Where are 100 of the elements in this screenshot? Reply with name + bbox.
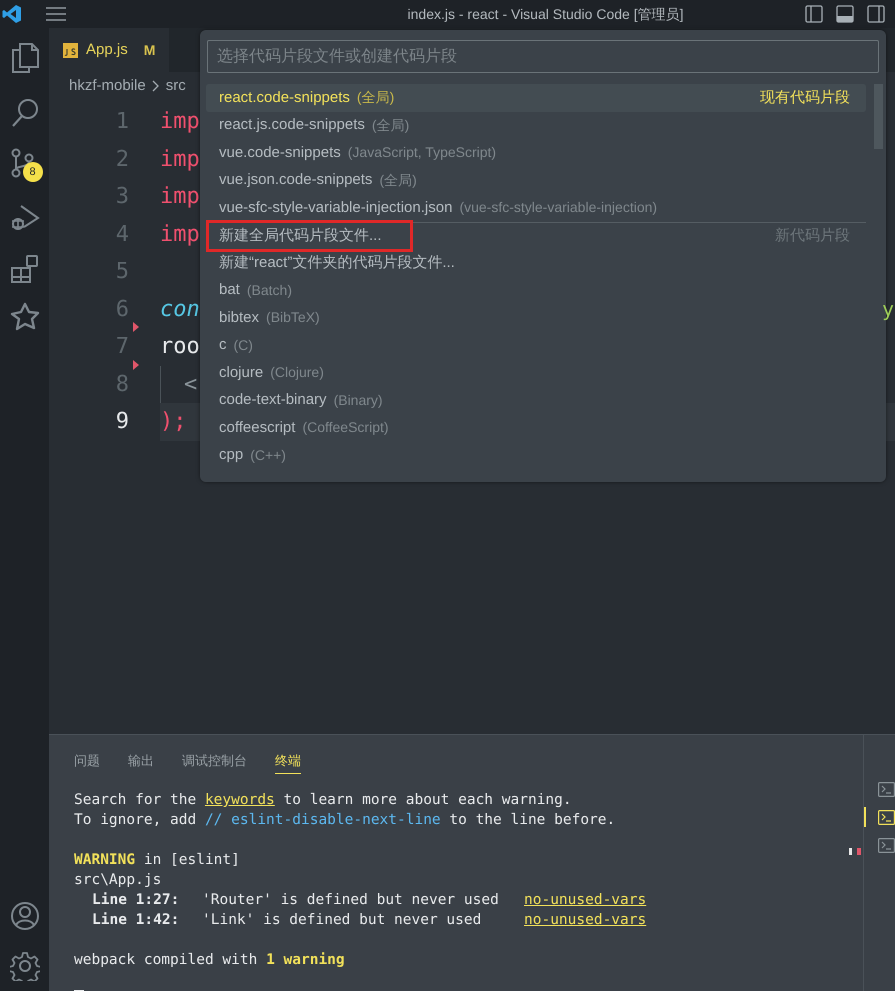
line-number: 5 [114,258,129,286]
line-number: 7 [114,333,129,362]
tab-label: App.js [86,40,128,60]
option-label: c [219,335,226,355]
terminal-line: src\App.js [74,871,162,890]
option-label: bat [219,280,240,300]
line-number: 1 [114,108,129,136]
snippet-option[interactable]: c (C) [206,332,866,359]
option-label: bibtex [219,308,260,328]
line-number: 2 [114,146,129,174]
files-icon[interactable] [10,42,38,74]
code-text: y [882,296,894,324]
code-text: imp [160,220,200,249]
snippet-option[interactable]: bat (Batch) [206,276,866,304]
option-description: (vue-sfc-style-variable-injection) [459,198,658,218]
snippet-option[interactable]: vue.json.code-snippets (全局) [206,166,866,194]
option-description: (全局) [356,88,394,108]
option-label: vue.json.code-snippets [219,170,372,190]
source-control-icon[interactable] [10,148,36,178]
code-text: imp [160,146,200,174]
code-text: con [160,296,200,324]
option-label: vue.code-snippets [219,142,341,162]
option-description: (C++) [250,446,286,465]
breadcrumb-item[interactable]: src [166,74,186,98]
option-label: react.code-snippets [219,88,350,108]
line-number: 9 [114,408,129,436]
scrollbar-marker [849,848,852,855]
line-number: 3 [114,183,129,212]
snippet-option[interactable]: react.code-snippets (全局) 现有代码片段 [206,84,866,112]
problem-message: 'Router' is defined but never used [202,891,500,910]
app-logo-icon [2,4,22,24]
terminal-line: WARNING in [eslint] [74,851,241,870]
code-text: roo [160,333,200,362]
line-position: Line 1:27: [92,891,180,910]
chevron-icon [152,80,160,92]
option-description: (C) [234,336,253,355]
option-label: 新建“react”文件夹的代码片段文件... [219,252,455,272]
group-label: 现有代码片段 [760,88,850,108]
settings-icon[interactable] [10,951,40,981]
account-icon[interactable] [10,901,40,931]
option-label: code-text-binary [219,390,327,410]
panel-tab[interactable]: 调试控制台 [182,748,247,774]
panel-tab[interactable]: 终端 [275,748,301,774]
window-title: index.js - react - Visual Studio Code [管理员] [408,4,684,24]
option-label: vue-sfc-style-variable-injection.json [219,198,452,218]
editor-tab[interactable]: App.js M [49,28,170,72]
panel-tab[interactable]: 问题 [74,748,100,774]
rule-link[interactable]: no-unused-vars [524,910,849,930]
line-position: Line 1:42: [92,911,180,930]
line-number: 6 [114,296,129,324]
problem-message: 'Link' is defined but never used [202,911,482,930]
secondary-sidebar-icon[interactable] [867,5,885,23]
snippet-option[interactable]: vue.code-snippets (JavaScript, TypeScript) [206,139,866,166]
snippet-search-field[interactable]: 选择代码片段文件或创建代码片段 [207,40,879,73]
code-text: imp [160,183,200,212]
option-description: (Batch) [246,280,292,300]
terminal-line: Search for the keywords to learn more about each warning. [74,791,573,810]
code-text: < [184,370,198,399]
terminal-icon[interactable] [878,782,895,796]
snippet-option[interactable]: clojure (Clojure) [206,359,866,386]
option-label: coffeescript [219,418,296,438]
option-description: (全局) [379,170,417,190]
option-label: react.js.code-snippets [219,115,365,135]
extensions-icon[interactable] [10,254,40,284]
code-text: imp [160,108,200,136]
snippet-option[interactable]: bibtex (BibTeX) [206,304,866,332]
snippet-option[interactable]: vue-sfc-style-variable-injection.json (vue-sfc-style-variable-injection) [206,194,866,222]
terminal-icon[interactable] [878,838,895,852]
breadcrumb-item[interactable]: hkzf-mobile [69,74,146,98]
option-description: (BibTeX) [266,308,320,328]
snippet-option[interactable]: code-text-binary (Binary) [206,386,866,414]
scrollbar-marker [857,848,861,855]
line-number: 8 [114,370,129,399]
terminal-line: To ignore, add // eslint-disable-next-line to the line before. [74,811,616,830]
snippet-option[interactable]: 新建“react”文件夹的代码片段文件... [206,249,866,276]
javascript-file-icon [63,42,78,58]
rule-link[interactable]: no-unused-vars [524,890,849,910]
line-number: 4 [114,220,129,249]
option-description: (Binary) [334,390,383,410]
option-description: (Clojure) [270,363,324,382]
panel-tab[interactable]: 输出 [128,748,154,774]
sidebar-layout-icon[interactable] [805,5,823,23]
deleted-lines-marker[interactable] [133,360,139,370]
snippet-option[interactable]: react.js.code-snippets (全局) [206,112,866,139]
option-label: cpp [219,445,244,465]
option-description: (全局) [372,116,410,135]
search-icon[interactable] [10,98,38,128]
option-description: (JavaScript, TypeScript) [348,143,496,162]
snippet-option[interactable]: coffeescript (CoffeeScript) [206,414,866,442]
menu-icon[interactable] [46,7,66,21]
star-shape-icon[interactable] [10,302,40,332]
option-description: (CoffeeScript) [302,418,389,438]
changes-badge: 8 [22,162,42,182]
code-text: ); [160,408,186,436]
terminal-line: webpack compiled with 1 warning [74,951,346,970]
option-label: 新建全局代码片段文件... [219,226,382,246]
deleted-lines-marker[interactable] [133,322,139,332]
snippet-option[interactable]: cpp (C++) [206,442,866,469]
option-label: clojure [219,362,264,382]
panel-layout-icon[interactable] [836,5,854,23]
